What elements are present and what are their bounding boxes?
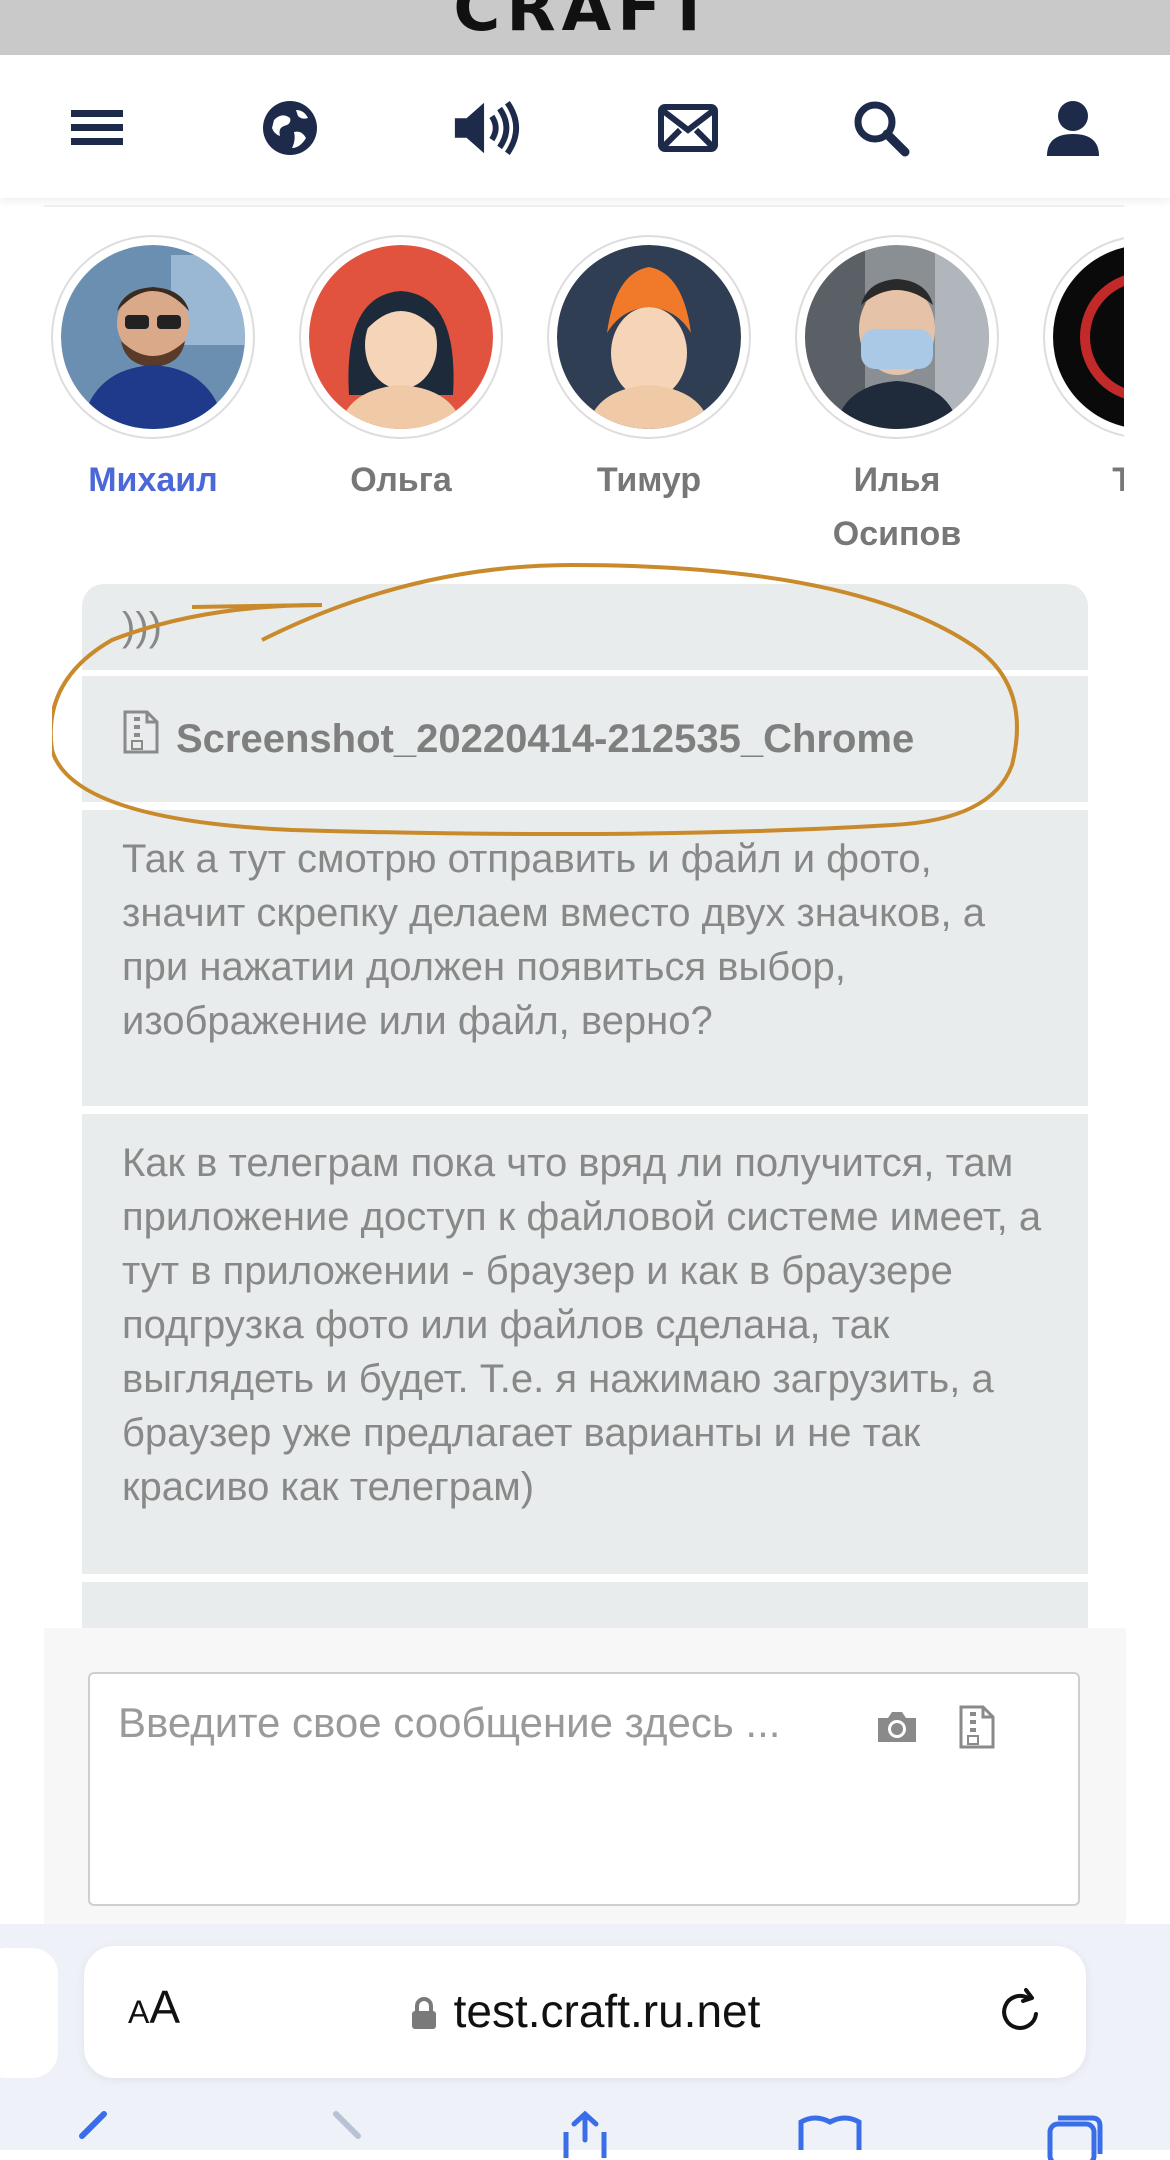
camera-icon[interactable] xyxy=(872,1702,922,1752)
brand-bar: CRAFT xyxy=(0,0,1170,55)
speaker-icon[interactable] xyxy=(451,93,521,163)
story-item[interactable]: Илья Осипов xyxy=(792,235,1002,561)
message-text: ))) xyxy=(122,605,162,649)
file-message[interactable]: Screenshot_20220414-212535_Chrome xyxy=(82,676,1088,802)
address-bar[interactable]: AA test.craft.ru.net xyxy=(84,1946,1086,2078)
story-name: Илья Осипов xyxy=(832,461,962,553)
composer xyxy=(88,1672,1080,1906)
composer-area xyxy=(44,1628,1126,1924)
globe-icon[interactable] xyxy=(255,93,325,163)
stories-row: Михаил Ольга Тимур Илья Осипов xyxy=(44,205,1124,562)
story-name: Ольга xyxy=(350,461,452,499)
story-item[interactable]: Михаил xyxy=(48,235,258,507)
story-name: Михаил xyxy=(88,461,218,499)
url-text: test.craft.ru.net xyxy=(453,1985,761,2037)
message-bubble[interactable]: ))) xyxy=(82,584,1088,670)
file-name: Screenshot_20220414-212535_Chrome xyxy=(176,717,915,761)
forward-icon[interactable] xyxy=(310,2110,380,2160)
tabs-icon[interactable] xyxy=(1040,2110,1110,2160)
file-zip-icon[interactable] xyxy=(952,1702,1002,1752)
avatar-ring xyxy=(51,235,255,439)
avatar xyxy=(309,245,493,429)
message-bubble-partial[interactable] xyxy=(82,1582,1088,1628)
avatar-ring xyxy=(795,235,999,439)
chat-messages: ))) Screenshot_20220414-212535_Chrome Та… xyxy=(44,560,1126,1628)
back-icon[interactable] xyxy=(60,2110,130,2160)
avatar xyxy=(557,245,741,429)
top-navbar xyxy=(0,55,1170,198)
menu-icon[interactable] xyxy=(62,93,132,163)
bookmarks-icon[interactable] xyxy=(795,2110,865,2160)
reload-icon[interactable] xyxy=(992,1984,1048,2040)
browser-bottom-bar: AA test.craft.ru.net xyxy=(0,1924,1170,2160)
brand-logo: CRAFT xyxy=(453,0,717,46)
search-icon[interactable] xyxy=(846,93,916,163)
story-item[interactable]: Тим xyxy=(1040,235,1124,507)
story-name: Тим xyxy=(1040,453,1124,507)
file-zip-icon xyxy=(122,709,160,769)
mail-icon[interactable] xyxy=(653,93,723,163)
avatar xyxy=(1053,245,1124,429)
share-icon[interactable] xyxy=(550,2110,620,2160)
message-text: Так а тут смотрю отправить и файл и фото… xyxy=(122,837,985,1043)
avatar xyxy=(61,245,245,429)
story-item[interactable]: Тимур xyxy=(544,235,754,507)
lock-icon xyxy=(410,1988,438,2042)
avatar-ring xyxy=(299,235,503,439)
previous-tab-stub[interactable] xyxy=(0,1948,58,2078)
user-icon[interactable] xyxy=(1038,93,1108,163)
avatar xyxy=(805,245,989,429)
url-field[interactable]: test.craft.ru.net xyxy=(84,1984,1086,2042)
message-bubble[interactable]: Как в телеграм пока что вряд ли получитс… xyxy=(82,1114,1088,1574)
message-input[interactable] xyxy=(116,1692,880,1754)
avatar-ring xyxy=(1043,235,1124,439)
story-item[interactable]: Ольга xyxy=(296,235,506,507)
story-name: Тимур xyxy=(596,461,702,499)
message-bubble[interactable]: Так а тут смотрю отправить и файл и фото… xyxy=(82,810,1088,1106)
message-text: Как в телеграм пока что вряд ли получитс… xyxy=(122,1141,1042,1509)
avatar-ring xyxy=(547,235,751,439)
